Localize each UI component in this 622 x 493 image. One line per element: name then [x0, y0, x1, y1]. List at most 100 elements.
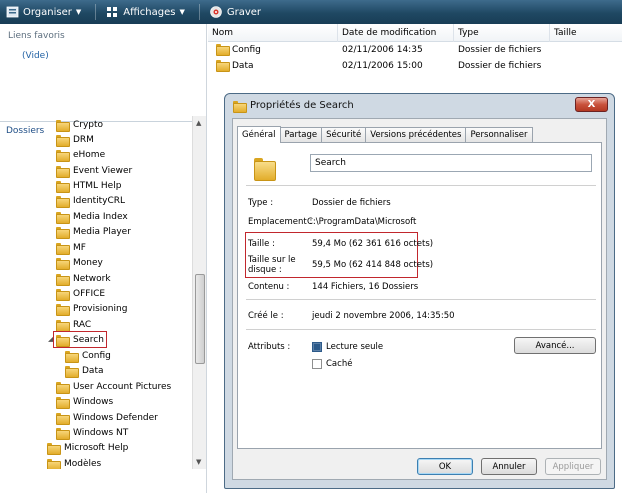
tree-item-media-index[interactable]: Media Index — [56, 209, 128, 224]
tree-item-label: Windows NT — [73, 427, 129, 438]
tab-sharing[interactable]: Partage — [279, 127, 323, 142]
column-header-size[interactable]: Taille — [550, 24, 622, 42]
folder-icon — [65, 350, 79, 363]
checkbox-indeterminate-icon[interactable] — [312, 342, 322, 352]
tree-item-label: Data — [82, 365, 104, 376]
tree-item-crypto[interactable]: Crypto — [56, 117, 103, 132]
scrollbar-thumb[interactable] — [195, 274, 205, 364]
tree-item-windows-nt[interactable]: Windows NT — [56, 425, 128, 440]
divider — [246, 299, 596, 300]
ok-button[interactable]: OK — [417, 458, 473, 475]
tree-item-provisioning[interactable]: Provisioning — [56, 301, 127, 316]
disk-size-label-line: Taille sur le — [248, 255, 296, 265]
folder-icon — [56, 319, 70, 332]
tab-customize[interactable]: Personnaliser — [465, 127, 533, 142]
column-header-date[interactable]: Date de modification — [338, 24, 454, 42]
tree-item-label: Media Index — [73, 211, 128, 222]
tree-item-label: RAC — [73, 319, 92, 330]
tree-item-label: Microsoft Help — [64, 442, 129, 453]
tree-item-data[interactable]: Data — [65, 363, 104, 378]
folder-icon — [56, 134, 70, 147]
favorites-empty-text: (Vide) — [22, 51, 49, 61]
tree-item-ehome[interactable]: eHome — [56, 147, 105, 162]
tree-item-office[interactable]: OFFICE — [56, 286, 105, 301]
tree-item-mf[interactable]: MF — [56, 240, 86, 255]
column-label: Type — [458, 28, 479, 38]
tab-general[interactable]: Général — [237, 126, 281, 143]
tree-item-label: Media Player — [73, 226, 131, 237]
folder-icon — [56, 211, 70, 224]
list-row[interactable]: Config 02/11/2006 14:35 Dossier de fichi… — [208, 43, 622, 58]
hidden-checkbox[interactable]: Caché — [312, 359, 352, 369]
tree-item-money[interactable]: Money — [56, 255, 103, 270]
tree-item-label: Event Viewer — [73, 165, 133, 176]
folder-icon — [56, 119, 70, 132]
row-type: Dossier de fichiers — [458, 45, 542, 55]
burn-label: Graver — [226, 6, 262, 18]
tree-item-html-help[interactable]: HTML Help — [56, 178, 121, 193]
organize-button[interactable]: Organiser ▼ — [6, 6, 81, 18]
tree-item-identitycrl[interactable]: IdentityCRL — [56, 193, 125, 208]
column-header-name[interactable]: Nom — [208, 24, 338, 42]
tree-item-label: Network — [73, 273, 111, 284]
tree-item-rac[interactable]: RAC — [56, 317, 91, 332]
tab-security[interactable]: Sécurité — [321, 127, 367, 142]
list-row[interactable]: Data 02/11/2006 15:00 Dossier de fichier… — [208, 59, 622, 74]
hidden-label: Caché — [326, 359, 353, 369]
attributes-label: Attributs : — [248, 342, 291, 352]
close-button[interactable]: X — [575, 97, 608, 112]
scroll-up-icon[interactable]: ▲ — [196, 119, 201, 127]
created-value: jeudi 2 novembre 2006, 14:35:50 — [312, 311, 455, 321]
collapse-arrow-icon[interactable]: ◢ — [48, 335, 53, 343]
views-button[interactable]: Affichages ▼ — [106, 6, 185, 18]
tree-item-label: User Account Pictures — [73, 381, 172, 392]
tree-item-windows[interactable]: Windows — [56, 394, 113, 409]
advanced-button[interactable]: Avancé... — [514, 337, 596, 354]
type-value: Dossier de fichiers — [312, 198, 391, 208]
burn-button[interactable]: Graver — [210, 6, 261, 18]
folder-icon — [47, 458, 61, 469]
folder-icon — [47, 442, 61, 455]
tree-item-search[interactable]: Search — [53, 331, 107, 348]
views-icon — [106, 6, 119, 18]
size-label: Taille : — [248, 239, 275, 249]
tree-item-label: Crypto — [73, 119, 104, 130]
readonly-checkbox[interactable]: Lecture seule — [312, 342, 383, 352]
tree-item-label: Windows — [73, 396, 114, 407]
tree-scrollbar[interactable]: ▲ ▼ — [192, 116, 206, 469]
apply-button[interactable]: Appliquer — [545, 458, 601, 475]
tree-item-label: Modèles — [64, 458, 102, 469]
tree-item-network[interactable]: Network — [56, 271, 111, 286]
row-name: Config — [232, 45, 261, 55]
tree-item-user-account-pictures[interactable]: User Account Pictures — [56, 379, 171, 394]
tab-previous-versions[interactable]: Versions précédentes — [365, 127, 467, 142]
column-header-type[interactable]: Type — [454, 24, 550, 42]
scroll-down-icon[interactable]: ▼ — [196, 458, 201, 466]
disk-size-value: 59,5 Mo (62 414 848 octets) — [312, 260, 434, 270]
created-label: Créé le : — [248, 311, 284, 321]
tree-item-windows-defender[interactable]: Windows Defender — [56, 410, 158, 425]
contents-label: Contenu : — [248, 282, 290, 292]
tree-item-modeles[interactable]: Modèles — [47, 456, 101, 469]
checkbox-icon[interactable] — [312, 359, 322, 369]
tree-item-microsoft-help[interactable]: Microsoft Help — [47, 440, 128, 455]
row-date: 02/11/2006 15:00 — [342, 61, 423, 71]
chevron-down-icon: ▼ — [179, 8, 185, 16]
dialog-title-bar: Propriétés de Search — [233, 100, 354, 113]
tree-item-media-player[interactable]: Media Player — [56, 224, 131, 239]
folder-name-input[interactable] — [310, 154, 592, 172]
tree-item-drm[interactable]: DRM — [56, 132, 94, 147]
column-label: Nom — [212, 28, 234, 38]
disk-size-label-line: disque : — [248, 265, 282, 275]
toolbar-separator — [95, 4, 97, 20]
tree-item-event-viewer[interactable]: Event Viewer — [56, 163, 132, 178]
close-icon: X — [587, 99, 596, 110]
dialog-title: Propriétés de Search — [250, 100, 354, 111]
cancel-button[interactable]: Annuler — [481, 458, 537, 475]
dialog-body: Général Partage Sécurité Versions précéd… — [232, 118, 607, 480]
folder-icon — [56, 226, 70, 239]
organize-icon — [6, 6, 19, 18]
folder-icon — [216, 44, 230, 56]
contents-value: 144 Fichiers, 16 Dossiers — [312, 282, 419, 292]
tree-item-config[interactable]: Config — [65, 348, 111, 363]
